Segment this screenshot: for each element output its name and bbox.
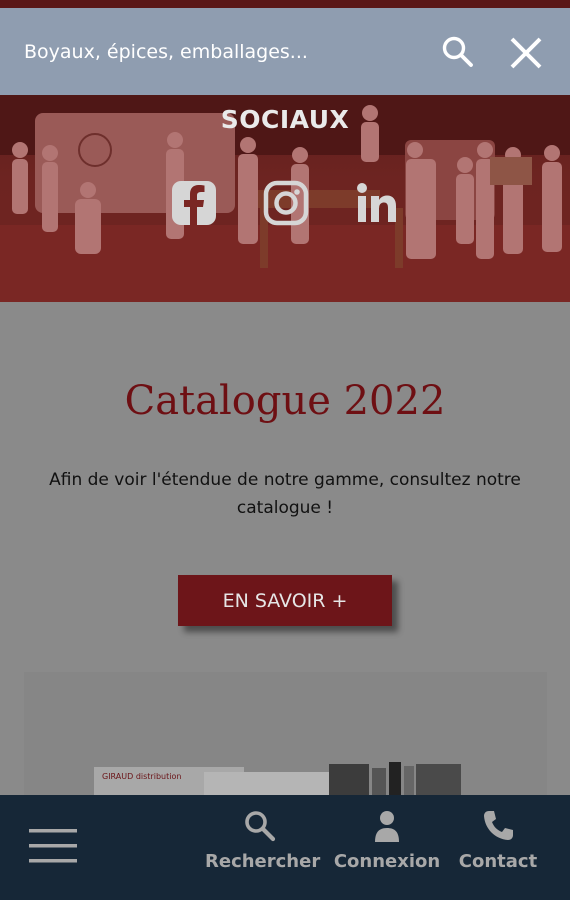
search-icon: [245, 811, 276, 842]
learn-more-button[interactable]: EN SAVOIR +: [178, 575, 392, 626]
catalogue-cover-text: GIRAUD distribution: [102, 772, 181, 781]
nav-item-search[interactable]: Rechercher: [205, 809, 321, 872]
linkedin-icon[interactable]: [353, 179, 401, 227]
facebook-icon[interactable]: [170, 179, 218, 227]
social-hero: SOCIAUX: [0, 95, 570, 302]
catalogue-title: Catalogue 2022: [124, 378, 446, 424]
social-section-title: SOCIAUX: [220, 105, 350, 134]
instagram-icon[interactable]: [262, 179, 310, 227]
bottom-navigation: Rechercher Connexion Contact: [0, 795, 570, 900]
nav-label-login: Connexion: [333, 851, 441, 872]
catalogue-cover-image[interactable]: GIRAUD distribution: [24, 672, 547, 812]
search-input[interactable]: Boyaux, épices, emballages...: [24, 41, 570, 63]
menu-icon[interactable]: [29, 829, 77, 863]
search-icon[interactable]: [441, 35, 475, 69]
user-icon: [375, 811, 399, 842]
phone-icon: [484, 811, 513, 840]
nav-item-contact[interactable]: Contact: [458, 809, 538, 872]
nav-label-search: Rechercher: [205, 851, 321, 872]
catalogue-description: Afin de voir l'étendue de notre gamme, c…: [49, 470, 521, 518]
close-icon[interactable]: [507, 34, 545, 72]
search-bar: Boyaux, épices, emballages...: [0, 8, 570, 95]
catalogue-books-illustration: GIRAUD distribution: [94, 762, 461, 812]
top-strip: [0, 0, 570, 8]
nav-label-contact: Contact: [458, 851, 538, 872]
nav-item-login[interactable]: Connexion: [333, 809, 441, 872]
